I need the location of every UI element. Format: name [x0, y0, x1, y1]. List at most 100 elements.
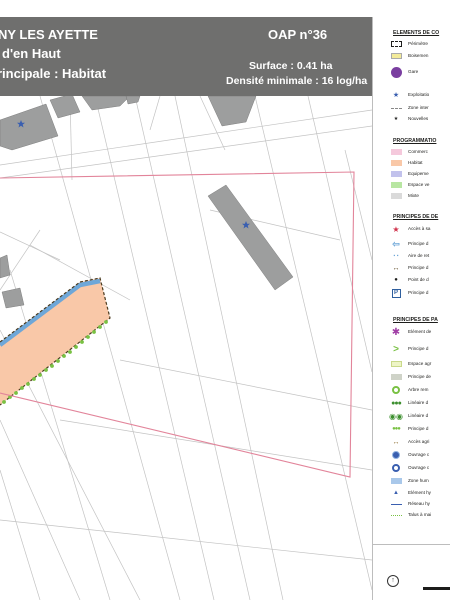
legend-item: ↔ Principe d — [389, 263, 450, 273]
legend-item-label: Elément de — [408, 329, 432, 334]
existing-buildings — [0, 93, 294, 309]
bus-stop-icon: ● — [394, 277, 398, 283]
legend-item: Espace ve — [389, 180, 450, 190]
legend-item: Mixte — [389, 191, 450, 201]
oap-number: OAP n°36 — [268, 27, 328, 42]
legend-item-label: Point de d — [408, 277, 429, 282]
sector-name: d'en Haut — [2, 46, 61, 61]
main-vocation: rincipale : Habitat — [0, 66, 107, 81]
legend-item-label: Arbre rem — [408, 387, 429, 392]
legend-item-label: Linéaire d — [408, 413, 429, 418]
building — [0, 254, 11, 279]
legend-item: ★ Accès à sa — [389, 224, 450, 234]
tree-circle-icon — [389, 385, 403, 395]
legend-item: ▲ Elément hy — [389, 488, 450, 498]
legend-item-label: Principe d — [408, 426, 429, 431]
legend-item: Ouvrage c — [389, 463, 450, 473]
green-chevron-icon: > — [393, 343, 399, 355]
legend-item-label: Exploitatio — [408, 92, 430, 97]
small-star-icon: ★ — [393, 116, 399, 122]
double-tree-icon: ◉◉ — [389, 411, 403, 421]
blue-arrow-icon: ⇦ — [392, 238, 400, 249]
legend-item-label: Nouvelles — [408, 116, 429, 121]
legend-item: P Principe d — [389, 288, 450, 298]
purple-flower-icon: ✱ — [391, 326, 401, 338]
legend-item-label: Périmètre — [408, 41, 428, 46]
legend-item-label: Mixte — [408, 193, 419, 198]
legend-item: ● Point de d — [389, 275, 450, 285]
building — [207, 95, 257, 127]
map-area[interactable]: NY LES AYETTE d'en Haut rincipale : Habi… — [0, 0, 372, 600]
legend-item: ●●● Principe d — [389, 424, 450, 434]
building — [1, 287, 25, 309]
light-green-swatch-icon — [389, 359, 403, 369]
green-dotted-line-icon — [389, 510, 403, 520]
legend-item-label: Ouvrage c — [408, 452, 430, 457]
legend-item: Réseau hy — [389, 499, 450, 509]
legend-item-label: Principe d — [408, 346, 429, 351]
legend-item-label: Gare — [408, 69, 419, 74]
legend-item: Espace agr — [389, 359, 450, 369]
hedge-icon: ●●● — [391, 399, 402, 407]
legend-item: ★ Exploitatio — [389, 90, 450, 100]
legend-item: ▪ ▪ Aire de ret — [389, 251, 450, 261]
legend-item: ↔ Accès agri — [389, 437, 450, 447]
legend-item-label: Commerc — [408, 149, 428, 154]
surface-value: Surface : 0.41 ha — [249, 60, 333, 72]
building — [125, 95, 141, 105]
pink-swatch-icon — [389, 147, 403, 157]
blue-circle-icon — [389, 450, 403, 460]
building — [0, 103, 59, 151]
legend-section-title: ELEMENTS DE CO — [393, 30, 440, 36]
legend-item-label: Principe d — [408, 265, 429, 270]
legend-item: Boisemen — [389, 51, 450, 61]
brown-double-arrow-icon: ↔ — [392, 438, 400, 446]
legend-item: Zone hum — [389, 476, 450, 486]
legend-item-label: Réseau hy — [408, 501, 430, 506]
legend-item: Zone inter — [389, 103, 450, 113]
dashed-line-icon — [389, 103, 403, 113]
legend-item-label: Ouvrage c — [408, 465, 430, 470]
legend-item: Equipeme — [389, 169, 450, 179]
legend-item-label: Zone hum — [408, 478, 429, 483]
legend-item: > Principe d — [389, 343, 450, 355]
legend-item: Habitat — [389, 158, 450, 168]
legend-item-label: Boisemen — [408, 53, 429, 58]
legend-item-label: Zone inter — [408, 105, 429, 110]
building — [49, 93, 81, 119]
green-dots-icon: ●●● — [392, 426, 401, 432]
legend-item-label: Elément hy — [408, 490, 431, 495]
legend-item: Périmètre — [389, 39, 450, 49]
legend-item-label: Habitat — [408, 160, 423, 165]
legend-item-label: Principe de — [408, 374, 431, 379]
legend-item-label: Equipeme — [408, 171, 429, 176]
legend-item: ★ Nouvelles — [389, 114, 450, 124]
grey-swatch-icon — [389, 191, 403, 201]
lavender-swatch-icon — [389, 169, 403, 179]
blue-triangle-icon: ▲ — [393, 490, 399, 496]
legend-item: ✱ Elément de — [389, 326, 450, 338]
legend-item: Ouvrage c — [389, 450, 450, 460]
blue-swatch-icon — [389, 476, 403, 486]
legend-item-label: Espace ve — [408, 182, 430, 187]
red-star-icon: ★ — [392, 224, 400, 234]
legend-item: ◉◉ Linéaire d — [389, 411, 450, 421]
legend-section-title: PRINCIPES DE PA — [393, 317, 438, 323]
grey-swatch-icon — [389, 372, 403, 382]
scale-bar — [423, 587, 450, 590]
legend-item: Gare — [389, 66, 450, 78]
legend-item-label: Principe d — [408, 241, 429, 246]
legend-item: ●●● Linéaire d — [389, 398, 450, 408]
legend-item-label: Espace agr — [408, 361, 432, 366]
density-value: Densité minimale : 16 log/ha — [226, 75, 368, 87]
green-swatch-icon — [389, 180, 403, 190]
legend-item-label: Accès à sa — [408, 226, 431, 231]
legend-item: Commerc — [389, 147, 450, 157]
north-arrow-icon: ↑ — [387, 575, 399, 587]
legend-item-label: Linéaire d — [408, 400, 429, 405]
legend-item: ⇦ Principe d — [389, 239, 450, 249]
parking-icon: P — [389, 288, 403, 298]
legend-section-title: PROGRAMMATIO — [393, 138, 437, 144]
blue-star-icon: ★ — [392, 92, 400, 99]
blue-line-icon — [389, 499, 403, 509]
